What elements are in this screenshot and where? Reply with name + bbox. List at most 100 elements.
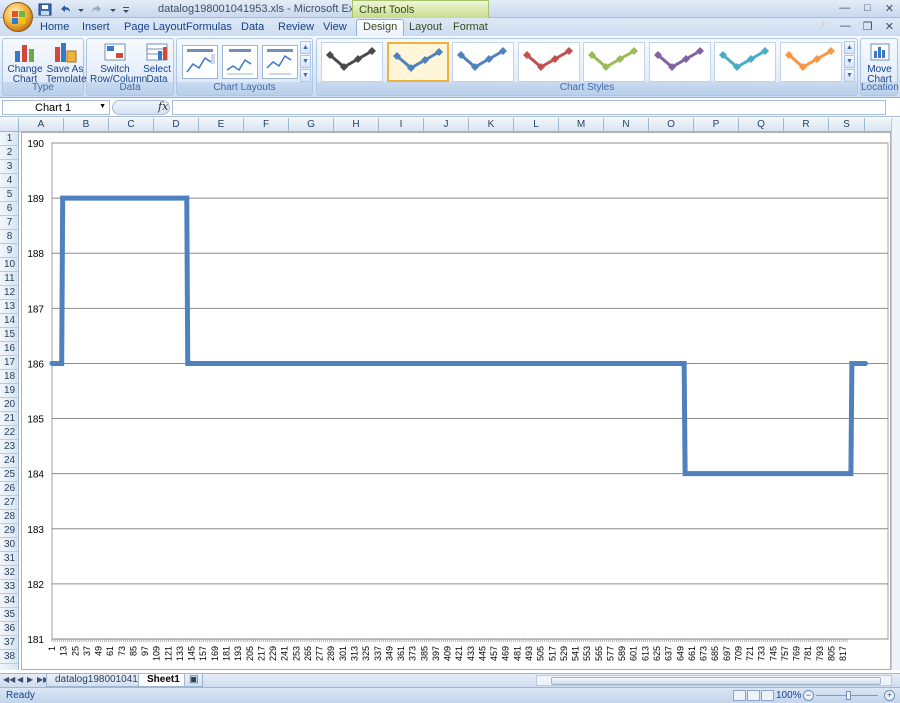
styles-scroll-up-icon[interactable]: ▲: [844, 41, 855, 54]
office-button[interactable]: [3, 2, 33, 32]
row-header-22[interactable]: 22: [0, 426, 18, 440]
first-sheet-icon[interactable]: ◀◀: [3, 675, 15, 684]
chart-style-4[interactable]: [517, 42, 580, 82]
tab-insert[interactable]: Insert: [82, 21, 110, 33]
row-header-33[interactable]: 33: [0, 580, 18, 594]
row-header-7[interactable]: 7: [0, 216, 18, 230]
chart-layout-2[interactable]: [222, 45, 258, 79]
row-header-15[interactable]: 15: [0, 328, 18, 342]
chart-style-2[interactable]: [386, 42, 449, 82]
column-header-m[interactable]: M: [559, 118, 604, 132]
column-header-q[interactable]: Q: [739, 118, 784, 132]
zoom-in-icon[interactable]: +: [884, 690, 895, 701]
row-header-31[interactable]: 31: [0, 552, 18, 566]
row-header-8[interactable]: 8: [0, 230, 18, 244]
chart-style-3[interactable]: [452, 42, 514, 82]
row-header-4[interactable]: 4: [0, 174, 18, 188]
column-header-p[interactable]: P: [694, 118, 739, 132]
column-header-g[interactable]: G: [289, 118, 334, 132]
zoom-slider-knob[interactable]: [846, 691, 851, 700]
row-header-24[interactable]: 24: [0, 454, 18, 468]
chart-style-5[interactable]: [583, 42, 645, 82]
column-header-o[interactable]: O: [649, 118, 694, 132]
tab-data[interactable]: Data: [241, 21, 264, 33]
row-header-18[interactable]: 18: [0, 370, 18, 384]
vertical-scrollbar[interactable]: [891, 118, 900, 670]
row-header-32[interactable]: 32: [0, 566, 18, 580]
column-header-c[interactable]: C: [109, 118, 154, 132]
tab-formulas[interactable]: Formulas: [186, 21, 232, 33]
layouts-scroll-up-icon[interactable]: ▲: [300, 41, 311, 54]
row-header-25[interactable]: 25: [0, 468, 18, 482]
page-break-view-icon[interactable]: [761, 690, 774, 701]
chart-style-6[interactable]: [648, 42, 711, 82]
styles-scroll-down-icon[interactable]: ▼: [844, 55, 855, 68]
minimize-icon[interactable]: —: [839, 2, 850, 15]
row-header-19[interactable]: 19: [0, 384, 18, 398]
save-as-template-button[interactable]: Save As Template: [46, 41, 87, 85]
select-all-corner[interactable]: [0, 118, 19, 132]
switch-row-column-button[interactable]: Switch Row/Column: [90, 41, 147, 85]
column-header-j[interactable]: J: [424, 118, 469, 132]
undo-icon[interactable]: [58, 3, 72, 16]
column-header-k[interactable]: K: [469, 118, 514, 132]
row-header-14[interactable]: 14: [0, 314, 18, 328]
row-header-34[interactable]: 34: [0, 594, 18, 608]
chart-style-8[interactable]: [779, 42, 842, 82]
row-header-10[interactable]: 10: [0, 258, 18, 272]
row-header-35[interactable]: 35: [0, 608, 18, 622]
row-header-1[interactable]: 1: [0, 132, 18, 146]
row-header-29[interactable]: 29: [0, 524, 18, 538]
horizontal-scroll-thumb[interactable]: [551, 677, 881, 685]
horizontal-scrollbar[interactable]: [536, 675, 892, 686]
row-header-9[interactable]: 9: [0, 244, 18, 258]
chart-layout-1[interactable]: [182, 45, 218, 79]
tab-view[interactable]: View: [323, 21, 347, 33]
normal-view-icon[interactable]: [733, 690, 746, 701]
row-header-5[interactable]: 5: [0, 188, 18, 202]
tab-format[interactable]: Format: [453, 21, 488, 33]
move-chart-button[interactable]: Move Chart: [863, 41, 896, 85]
maximize-icon[interactable]: □: [864, 2, 871, 15]
zoom-level[interactable]: 100%: [776, 690, 802, 701]
formula-input[interactable]: [172, 100, 886, 115]
row-header-20[interactable]: 20: [0, 398, 18, 412]
row-header-28[interactable]: 28: [0, 510, 18, 524]
row-header-17[interactable]: 17: [0, 356, 18, 370]
name-box[interactable]: Chart 1 ▼: [2, 100, 110, 115]
close-icon[interactable]: ✕: [885, 2, 894, 15]
column-header-r[interactable]: R: [784, 118, 829, 132]
column-header-l[interactable]: L: [514, 118, 559, 132]
name-box-dropdown-icon[interactable]: ▼: [99, 103, 106, 110]
column-header-a[interactable]: A: [19, 118, 64, 132]
select-data-button[interactable]: Select Data: [142, 41, 172, 85]
row-header-13[interactable]: 13: [0, 300, 18, 314]
row-header-37[interactable]: 37: [0, 636, 18, 650]
page-layout-view-icon[interactable]: [747, 690, 760, 701]
row-header-12[interactable]: 12: [0, 286, 18, 300]
workbook-minimize-icon[interactable]: —: [840, 20, 851, 33]
row-header-21[interactable]: 21: [0, 412, 18, 426]
zoom-out-icon[interactable]: −: [803, 690, 814, 701]
row-header-38[interactable]: 38: [0, 650, 18, 664]
chart-object[interactable]: 181 182 183 184 185 186 187 188 189 190 1 13 25 37 49 6…: [21, 132, 891, 670]
row-header-3[interactable]: 3: [0, 160, 18, 174]
chart-style-1[interactable]: [321, 42, 383, 82]
tab-home[interactable]: Home: [40, 21, 69, 33]
column-header-f[interactable]: F: [244, 118, 289, 132]
row-header-6[interactable]: 6: [0, 202, 18, 216]
column-header-i[interactable]: I: [379, 118, 424, 132]
tab-layout[interactable]: Layout: [409, 21, 442, 33]
column-header-d[interactable]: D: [154, 118, 199, 132]
row-header-23[interactable]: 23: [0, 440, 18, 454]
layouts-more-icon[interactable]: ▼: [300, 69, 311, 82]
redo-icon[interactable]: [90, 3, 104, 16]
row-header-11[interactable]: 11: [0, 272, 18, 286]
sheet-tab-sheet1[interactable]: Sheet1: [138, 674, 189, 687]
row-header-30[interactable]: 30: [0, 538, 18, 552]
row-header-26[interactable]: 26: [0, 482, 18, 496]
layouts-scroll-down-icon[interactable]: ▼: [300, 55, 311, 68]
next-sheet-icon[interactable]: ▶: [27, 675, 33, 684]
prev-sheet-icon[interactable]: ◀: [17, 675, 23, 684]
undo-dropdown-icon[interactable]: [78, 3, 84, 16]
